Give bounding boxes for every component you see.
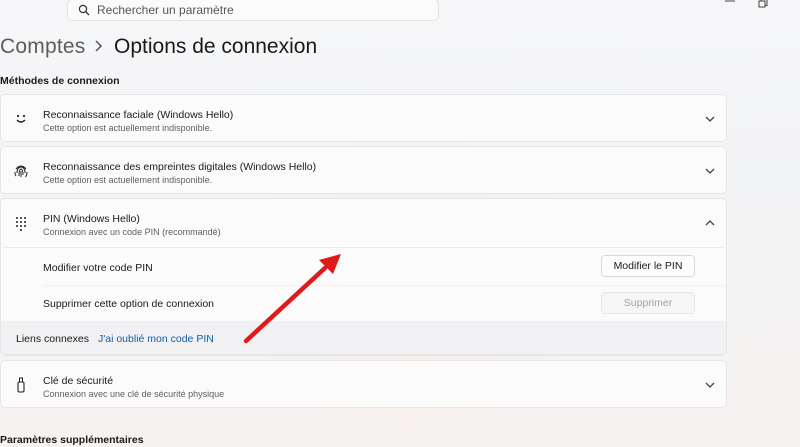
method-subtitle: Connexion avec une clé de sécurité physi… <box>43 389 225 399</box>
method-title: Reconnaissance des empreintes digitales … <box>43 161 317 173</box>
change-pin-label: Modifier votre code PIN <box>43 262 153 274</box>
chevron-down-icon[interactable] <box>704 114 716 124</box>
pin-keypad-icon <box>16 217 26 231</box>
method-subtitle: Cette option est actuellement indisponib… <box>43 123 213 133</box>
page-title: Options de connexion <box>114 35 318 58</box>
security-key-icon <box>17 377 25 393</box>
related-links-bar: Liens connexes J'ai oublié mon code PIN <box>1 321 726 355</box>
method-subtitle: Cette option est actuellement indisponib… <box>43 175 213 185</box>
method-fingerprint[interactable]: Reconnaissance des empreintes digitales … <box>0 146 727 194</box>
related-links-label: Liens connexes <box>16 333 89 345</box>
chevron-down-icon[interactable] <box>704 166 716 176</box>
search-icon <box>78 4 90 16</box>
remove-pin-label: Supprimer cette option de connexion <box>43 298 215 310</box>
search-box[interactable]: Rechercher un paramètre <box>67 0 439 21</box>
change-pin-button[interactable]: Modifier le PIN <box>601 255 695 277</box>
divider <box>43 285 727 286</box>
forgot-pin-link[interactable]: J'ai oublié mon code PIN <box>98 333 214 345</box>
remove-pin-button[interactable]: Supprimer <box>601 292 695 314</box>
method-title: Reconnaissance faciale (Windows Hello) <box>43 109 234 121</box>
smiley-face-icon <box>16 114 26 123</box>
restore-icon[interactable] <box>757 0 769 10</box>
section-heading-methods: Méthodes de connexion <box>0 75 120 87</box>
breadcrumb-parent-link[interactable]: Comptes <box>0 35 85 59</box>
fingerprint-icon <box>14 165 28 178</box>
method-security-key[interactable]: Clé de sécurité Connexion avec une clé d… <box>0 360 727 408</box>
chevron-down-icon[interactable] <box>704 380 716 390</box>
method-title: Clé de sécurité <box>43 375 114 387</box>
minimize-icon[interactable] <box>724 0 736 10</box>
chevron-up-icon[interactable] <box>704 218 716 228</box>
chevron-right-icon <box>95 40 103 52</box>
method-title: PIN (Windows Hello) <box>43 213 140 225</box>
section-heading-additional: Paramètres supplémentaires <box>0 434 144 446</box>
divider <box>2 247 727 248</box>
search-placeholder: Rechercher un paramètre <box>97 3 234 17</box>
method-face-recognition[interactable]: Reconnaissance faciale (Windows Hello) C… <box>0 94 727 142</box>
method-subtitle: Connexion avec un code PIN (recommandé) <box>43 227 221 237</box>
